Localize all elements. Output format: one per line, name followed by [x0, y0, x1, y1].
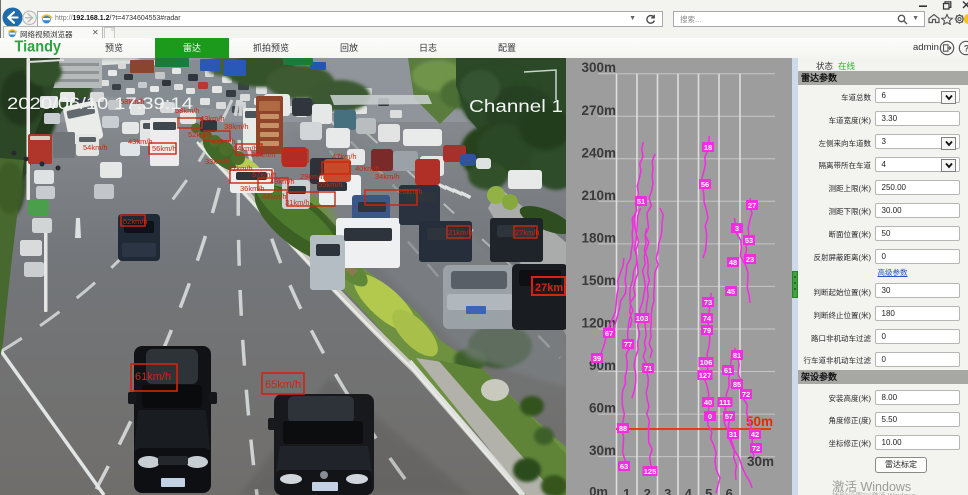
- svg-text:3: 3: [735, 224, 739, 233]
- svg-text:74: 74: [703, 314, 712, 323]
- svg-text:30m: 30m: [747, 454, 774, 469]
- svg-text:39: 39: [593, 354, 601, 363]
- svg-text:60m: 60m: [589, 401, 616, 416]
- svg-text:2: 2: [644, 486, 651, 495]
- svg-text:18: 18: [704, 143, 712, 152]
- svg-text:54km/h: 54km/h: [83, 143, 108, 152]
- svg-text:27km/h: 27km/h: [515, 228, 540, 237]
- svg-text:28km/h: 28km/h: [251, 150, 276, 159]
- svg-text:270m: 270m: [581, 103, 616, 118]
- svg-text:81: 81: [733, 351, 741, 360]
- svg-text:103: 103: [636, 314, 649, 323]
- svg-text:56km/h: 56km/h: [152, 144, 177, 153]
- svg-text:300m: 300m: [581, 60, 616, 75]
- svg-text:77: 77: [624, 340, 632, 349]
- svg-text:85: 85: [733, 380, 741, 389]
- svg-text:63: 63: [620, 462, 628, 471]
- svg-text:31km/h: 31km/h: [285, 198, 310, 207]
- svg-text:180m: 180m: [581, 230, 616, 245]
- svg-text:49km/h: 49km/h: [270, 177, 295, 186]
- svg-text:43km/h: 43km/h: [200, 114, 225, 123]
- svg-text:27: 27: [748, 201, 756, 210]
- svg-text:61km/h: 61km/h: [135, 371, 171, 383]
- svg-text:6: 6: [726, 486, 733, 495]
- svg-text:3: 3: [664, 486, 671, 495]
- svg-text:36km/h: 36km/h: [240, 184, 265, 193]
- svg-text:71: 71: [644, 364, 652, 373]
- svg-text:43km/h: 43km/h: [128, 137, 153, 146]
- svg-text:79: 79: [703, 326, 711, 335]
- svg-text:127: 127: [699, 371, 712, 380]
- svg-text:Tiandy: Tiandy: [15, 39, 62, 56]
- svg-text:27km: 27km: [535, 282, 563, 294]
- svg-text:0m: 0m: [589, 484, 608, 495]
- svg-text:?: ?: [964, 43, 968, 53]
- svg-text:30m: 30m: [589, 443, 616, 458]
- svg-text:65km/h: 65km/h: [265, 379, 301, 391]
- svg-text:34km/h: 34km/h: [375, 172, 400, 181]
- svg-text:73: 73: [704, 298, 712, 307]
- svg-text:240m: 240m: [581, 145, 616, 160]
- svg-text:2020/06/10 17:39:14: 2020/06/10 17:39:14: [7, 95, 193, 113]
- svg-text:106: 106: [700, 358, 713, 367]
- svg-text:61: 61: [724, 366, 732, 375]
- svg-text:23: 23: [746, 255, 754, 264]
- svg-text:21km/h: 21km/h: [448, 228, 473, 237]
- svg-text:42: 42: [751, 430, 759, 439]
- svg-text:0: 0: [708, 412, 712, 421]
- svg-text:67: 67: [605, 329, 613, 338]
- svg-text:52km/h: 52km/h: [123, 217, 148, 226]
- svg-text:150m: 150m: [581, 273, 616, 288]
- svg-text:Channel 1: Channel 1: [469, 96, 563, 116]
- svg-text:26km/h: 26km/h: [398, 187, 423, 196]
- svg-text:72: 72: [752, 444, 760, 453]
- svg-text:52km/h: 52km/h: [188, 130, 213, 139]
- svg-text:88: 88: [619, 424, 627, 433]
- svg-text:45: 45: [727, 287, 735, 296]
- svg-text:44km/h: 44km/h: [262, 192, 287, 201]
- svg-text:48: 48: [729, 258, 737, 267]
- svg-text:47km/h: 47km/h: [332, 152, 357, 161]
- svg-text:53: 53: [745, 236, 753, 245]
- svg-text:5: 5: [705, 486, 712, 495]
- svg-text:33km/h: 33km/h: [205, 157, 230, 166]
- svg-text:72: 72: [742, 390, 750, 399]
- svg-text:56: 56: [701, 180, 709, 189]
- svg-text:4: 4: [685, 486, 693, 495]
- svg-text:40: 40: [704, 398, 712, 407]
- svg-text:51: 51: [637, 197, 645, 206]
- svg-text:46km/h: 46km/h: [211, 137, 236, 146]
- svg-text:57: 57: [725, 412, 733, 421]
- svg-text:41km/h: 41km/h: [228, 164, 253, 173]
- svg-text:111: 111: [719, 398, 731, 407]
- svg-text:31: 31: [729, 430, 737, 439]
- svg-text:210m: 210m: [581, 188, 616, 203]
- svg-text:38km/h: 38km/h: [224, 122, 249, 131]
- svg-text:55km/h: 55km/h: [318, 180, 343, 189]
- svg-text:125: 125: [644, 467, 657, 476]
- svg-text:1: 1: [623, 486, 630, 495]
